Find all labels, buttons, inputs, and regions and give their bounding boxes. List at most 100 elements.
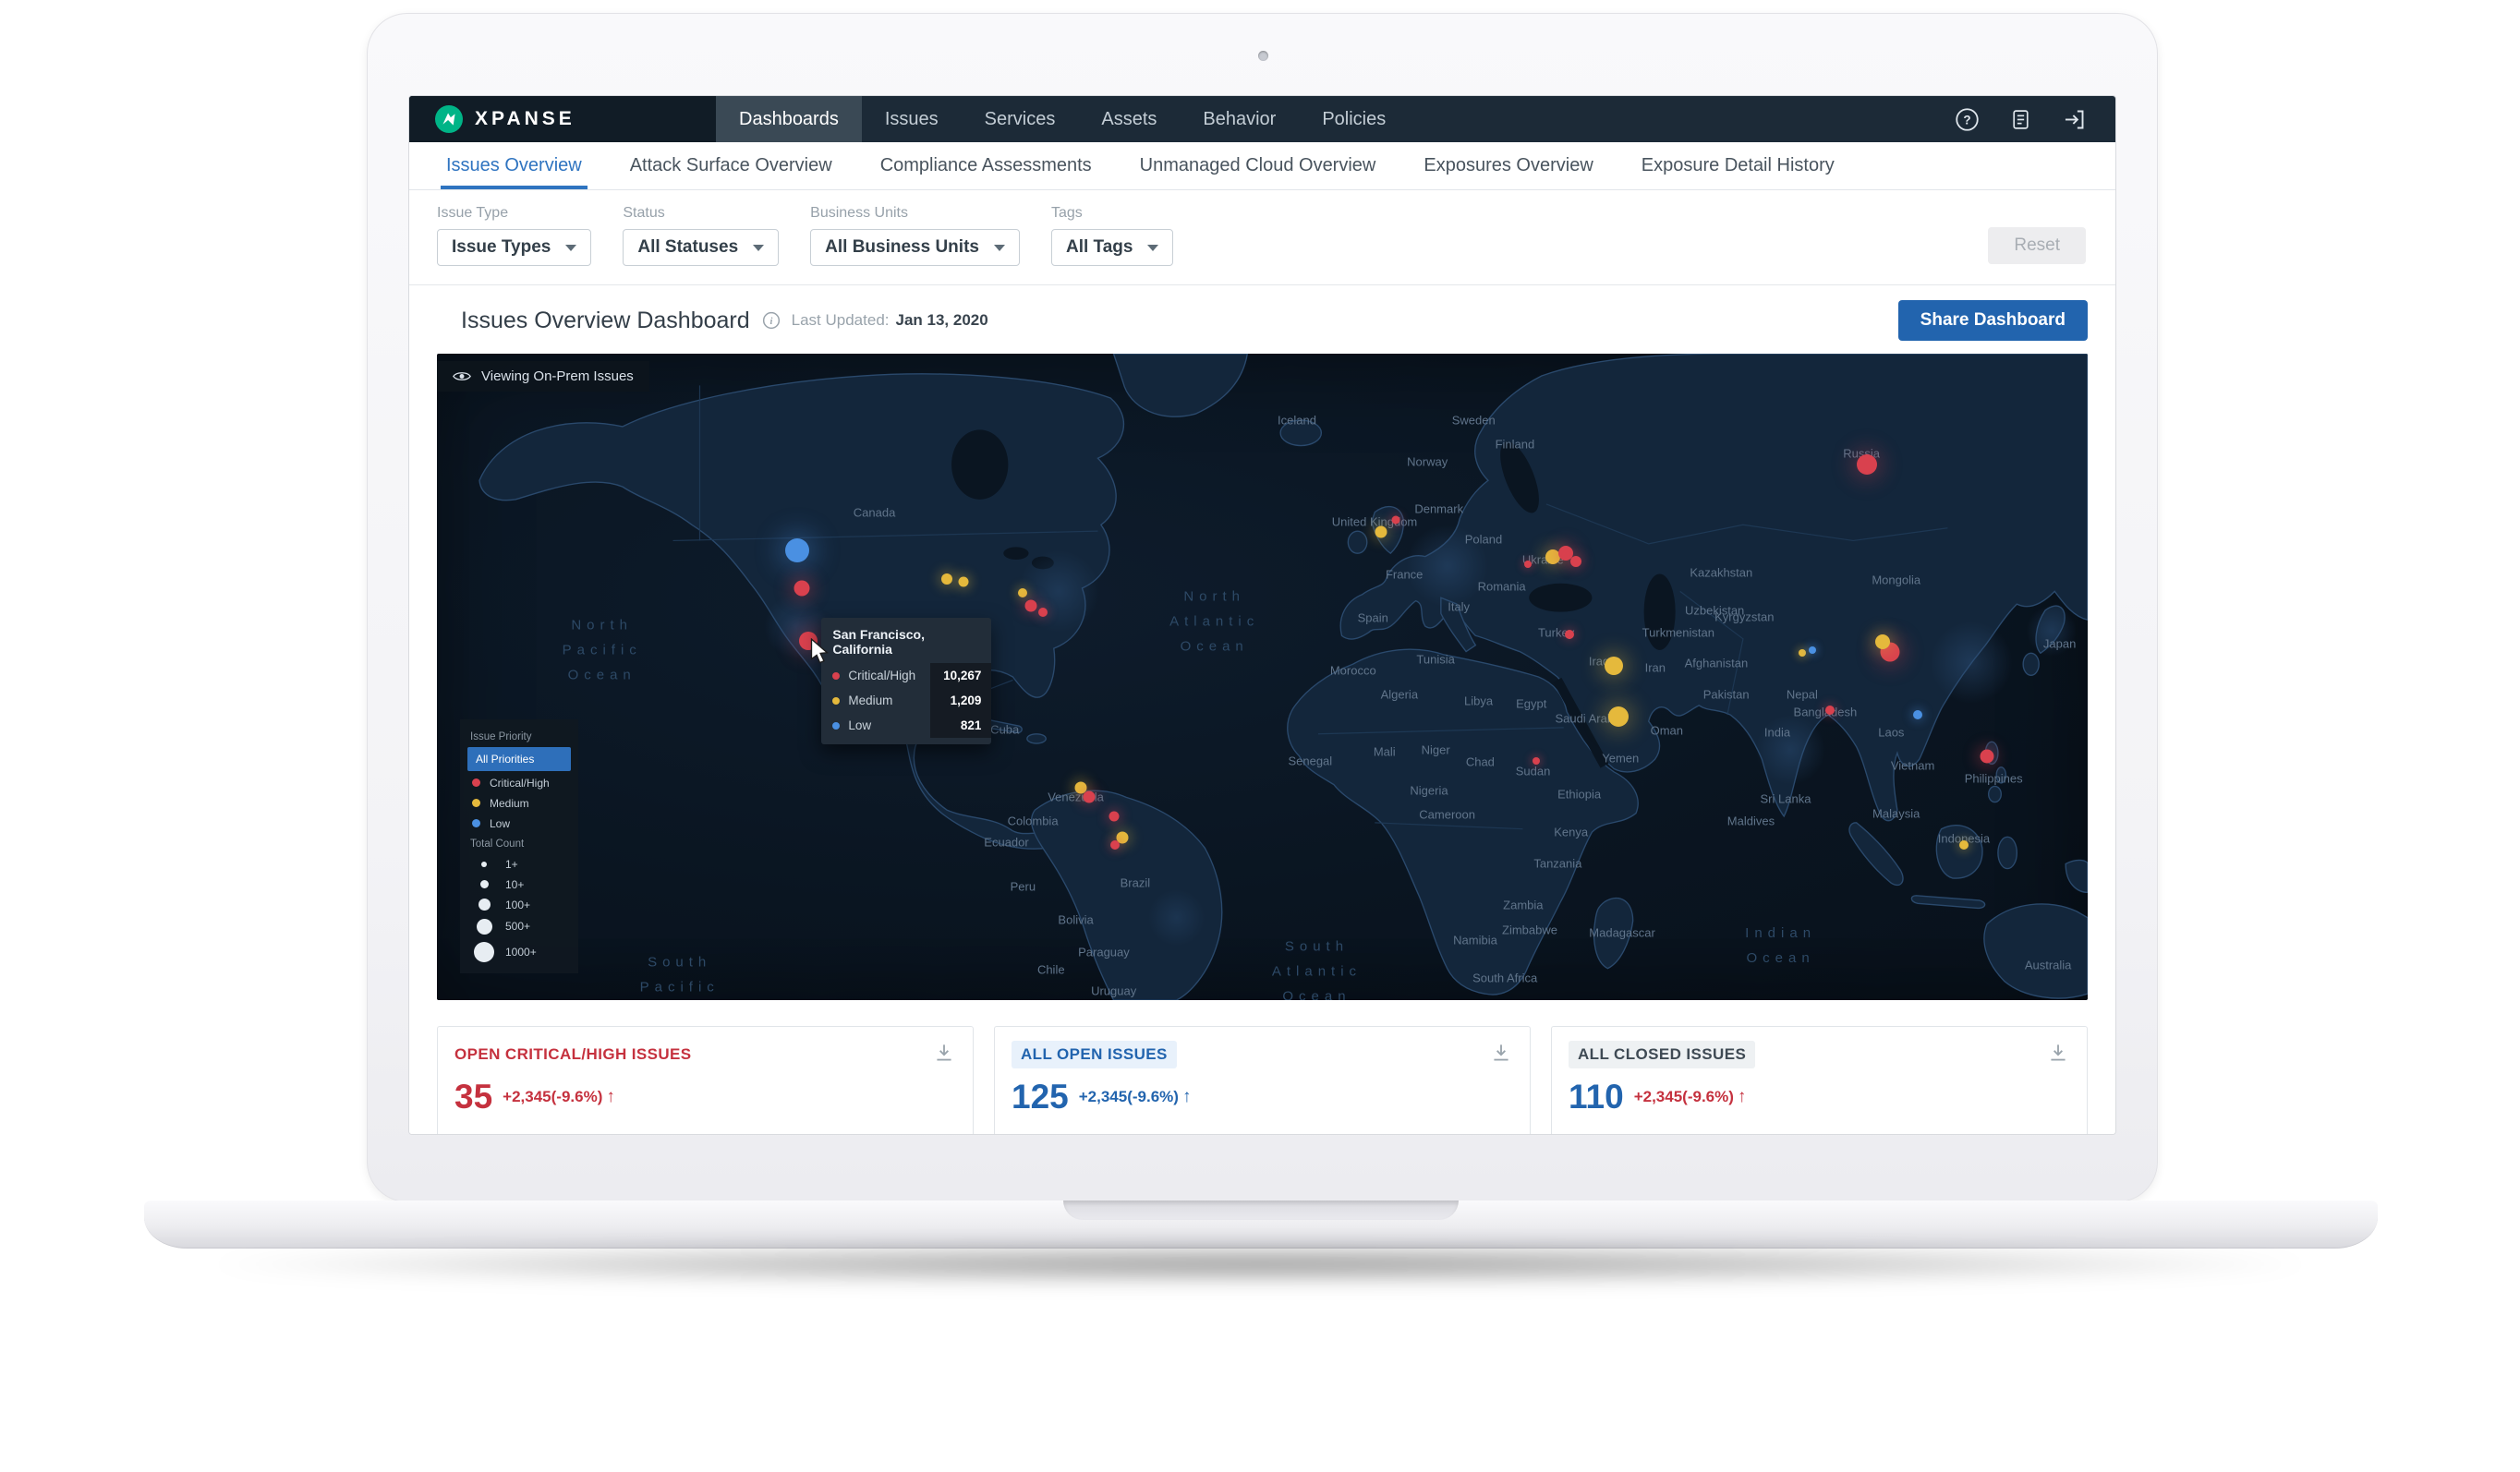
tab-exposures-overview[interactable]: Exposures Overview [1399,142,1617,189]
issue-marker-yellow[interactable] [1605,657,1623,675]
issue-marker-blue[interactable] [785,538,809,562]
legend-size-100: 100+ [467,895,571,915]
dropdown-status[interactable]: All Statuses [623,229,779,266]
country-label-tanzania: Tanzania [1533,857,1581,871]
issue-marker-red[interactable] [794,581,809,597]
download-icon[interactable] [932,1041,956,1065]
tab-attack-surface-overview[interactable]: Attack Surface Overview [606,142,856,189]
priority-dot-icon [472,819,480,827]
webcam-icon [1258,51,1268,61]
issue-marker-blue[interactable] [1809,646,1816,654]
tooltip-row-critical-high: Critical/High10,267 [821,663,991,688]
nav-item-assets[interactable]: Assets [1078,96,1180,142]
nav-item-dashboards[interactable]: Dashboards [716,96,862,142]
issue-marker-red[interactable] [1570,556,1581,567]
country-label-laos: Laos [1878,726,1904,740]
share-dashboard-button[interactable]: Share Dashboard [1898,300,2088,341]
issue-marker-red[interactable] [1533,757,1540,765]
country-label-afghanistan: Afghanistan [1685,656,1749,670]
country-label-canada: Canada [854,505,896,519]
card-change-text: +2,345(-9.6%) [503,1088,602,1106]
country-label-japan: Japan [2043,637,2076,651]
tooltip-row-medium: Medium1,209 [821,688,991,713]
country-label-madagascar: Madagascar [1589,925,1655,939]
viewing-onprem-badge[interactable]: Viewing On-Prem Issues [437,361,649,392]
page-title: Issues Overview Dashboard [461,308,750,334]
country-label-mali: Mali [1374,744,1396,758]
reset-button[interactable]: Reset [1988,227,2086,264]
world-map[interactable]: NorthPacificOceanNorthAtlanticOceanSouth… [437,354,2088,1000]
nav-item-policies[interactable]: Policies [1299,96,1409,142]
country-label-romania: Romania [1478,580,1526,594]
legend-size-label: 100+ [505,899,530,911]
svg-text:i: i [769,317,772,327]
issue-marker-red[interactable] [1524,561,1532,568]
tooltip-row-value: 821 [930,713,991,738]
nav-utilities: ? [1953,96,2115,142]
world-map-land [437,354,2088,1000]
nav-item-services[interactable]: Services [962,96,1079,142]
nav-item-behavior[interactable]: Behavior [1180,96,1299,142]
dropdown-business-units[interactable]: All Business Units [810,229,1020,266]
help-icon[interactable]: ? [1953,105,1981,133]
logout-icon[interactable] [2060,105,2088,133]
info-icon[interactable]: i [762,311,781,330]
issue-marker-red[interactable] [1565,630,1574,639]
issue-marker-red[interactable] [1857,454,1877,475]
issue-marker-red[interactable] [1083,791,1095,803]
issue-marker-red[interactable] [1109,812,1119,822]
tab-compliance-assessments[interactable]: Compliance Assessments [856,142,1116,189]
country-label-algeria: Algeria [1381,687,1418,701]
legend-priority-critical-high[interactable]: Critical/High [467,773,571,793]
country-label-chad: Chad [1466,755,1495,769]
dropdown-value: Issue Types [452,237,551,258]
issue-marker-red[interactable] [1825,706,1835,715]
dashboard-section: Issues Overview Dashboard i Last Updated… [409,284,2115,1135]
legend-size-label: 1000+ [505,946,537,959]
dropdown-issue-type[interactable]: Issue Types [437,229,591,266]
issue-marker-yellow[interactable] [959,577,969,587]
nav-item-issues[interactable]: Issues [862,96,962,142]
issue-marker-yellow[interactable] [1875,634,1890,649]
issue-marker-yellow[interactable] [1959,840,1969,850]
country-label-libya: Libya [1464,694,1493,707]
card-change: +2,345(-9.6%)↑ [503,1087,615,1107]
last-updated-label: Last Updated: [792,311,890,330]
issue-marker-yellow[interactable] [941,573,952,585]
issue-marker-yellow[interactable] [1799,649,1806,657]
legend-priority-low[interactable]: Low [467,814,571,834]
tab-issues-overview[interactable]: Issues Overview [422,142,606,189]
issue-marker-yellow[interactable] [1608,706,1629,727]
issue-marker-red[interactable] [1038,608,1048,617]
legend-priority-medium[interactable]: Medium [467,793,571,814]
legend-all-priorities[interactable]: All Priorities [467,747,571,771]
tab-unmanaged-cloud-overview[interactable]: Unmanaged Cloud Overview [1116,142,1400,189]
issue-marker-yellow[interactable] [1375,525,1387,537]
issue-marker-yellow[interactable] [1018,588,1027,597]
tooltip-row-low: Low 821 [821,713,991,738]
issue-marker-red[interactable] [1025,600,1037,612]
country-label-denmark: Denmark [1414,502,1463,516]
legend-priority-label: Medium [490,797,529,810]
country-label-cuba: Cuba [990,722,1019,736]
page: XPANSE DashboardsIssuesServicesAssetsBeh… [0,0,2520,1472]
issue-marker-red[interactable] [1980,750,1993,764]
issue-marker-red[interactable] [1392,515,1400,524]
size-circle-icon [472,899,496,911]
laptop-base-notch [1063,1201,1459,1220]
tooltip-row-label: Low [848,718,871,732]
issue-marker-red[interactable] [1110,840,1120,850]
release-notes-icon[interactable] [2006,105,2034,133]
dropdown-value: All Tags [1066,237,1133,258]
download-icon[interactable] [1489,1041,1513,1065]
legend-size-rows: 1+10+100+500+1000+ [467,854,571,966]
screen: XPANSE DashboardsIssuesServicesAssetsBeh… [408,95,2116,1135]
issue-marker-blue[interactable] [1913,710,1922,719]
country-label-france: France [1386,567,1423,581]
tab-exposure-detail-history[interactable]: Exposure Detail History [1617,142,1859,189]
country-label-philippines: Philippines [1965,771,2023,785]
dropdown-tags[interactable]: All Tags [1051,229,1174,266]
download-icon[interactable] [2046,1041,2070,1065]
priority-dot-icon [832,722,840,730]
country-label-iceland: Iceland [1278,414,1316,428]
